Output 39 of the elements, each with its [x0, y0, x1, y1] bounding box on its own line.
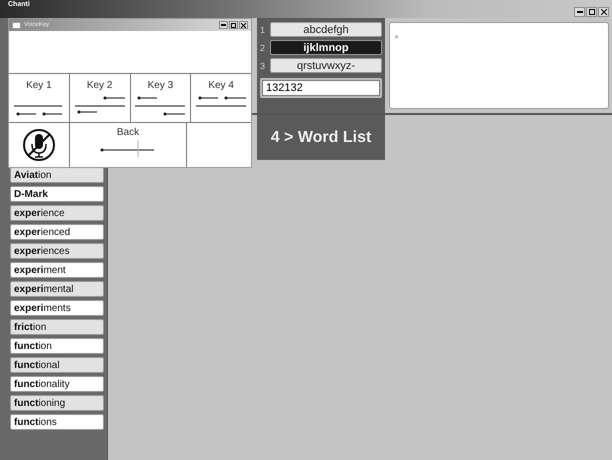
window-icon: [12, 22, 21, 28]
word-list-button[interactable]: 4 > Word List: [257, 115, 385, 160]
back-button[interactable]: Back: [69, 123, 187, 167]
word-item[interactable]: experiment: [10, 262, 104, 278]
maximize-button[interactable]: [586, 7, 597, 17]
word-item[interactable]: experienced: [10, 224, 104, 240]
word-item[interactable]: experimental: [10, 281, 104, 297]
word-item[interactable]: functions: [10, 414, 104, 430]
minimize-icon: [576, 11, 582, 13]
group-number: 3: [260, 60, 266, 70]
stroke-pattern-icon: [72, 96, 127, 114]
group-number: 2: [260, 42, 266, 52]
word-item[interactable]: experiences: [10, 243, 104, 259]
word-item[interactable]: functionality: [10, 376, 104, 392]
word-item[interactable]: function: [10, 338, 104, 354]
stroke-pattern-icon: [133, 96, 188, 116]
word-item[interactable]: experience: [10, 205, 104, 221]
word-item[interactable]: experiments: [10, 300, 104, 316]
word-item[interactable]: friction: [10, 319, 104, 335]
letter-group-button[interactable]: qrstuvwxyz-: [270, 58, 382, 73]
close-icon: [241, 22, 246, 28]
minimize-icon: [221, 24, 226, 26]
code-field[interactable]: 132132: [260, 78, 382, 98]
maximize-icon: [231, 22, 236, 28]
close-button[interactable]: [239, 21, 248, 29]
maximize-icon: [588, 9, 594, 15]
minimize-button[interactable]: [219, 21, 228, 29]
letter-group-button[interactable]: abcdefgh: [270, 22, 382, 37]
stroke-pattern-icon: [194, 96, 248, 108]
word-item[interactable]: D-Mark: [10, 186, 104, 202]
maximize-button[interactable]: [229, 21, 238, 29]
close-icon: [600, 9, 606, 15]
word-item[interactable]: Aviation: [10, 167, 104, 183]
word-item[interactable]: functional: [10, 357, 104, 373]
group-number: 1: [260, 24, 266, 34]
minimize-button[interactable]: [574, 7, 585, 17]
letter-group-button[interactable]: ijklmnop: [270, 40, 382, 55]
close-button[interactable]: [598, 7, 609, 17]
word-item[interactable]: functioning: [10, 395, 104, 411]
